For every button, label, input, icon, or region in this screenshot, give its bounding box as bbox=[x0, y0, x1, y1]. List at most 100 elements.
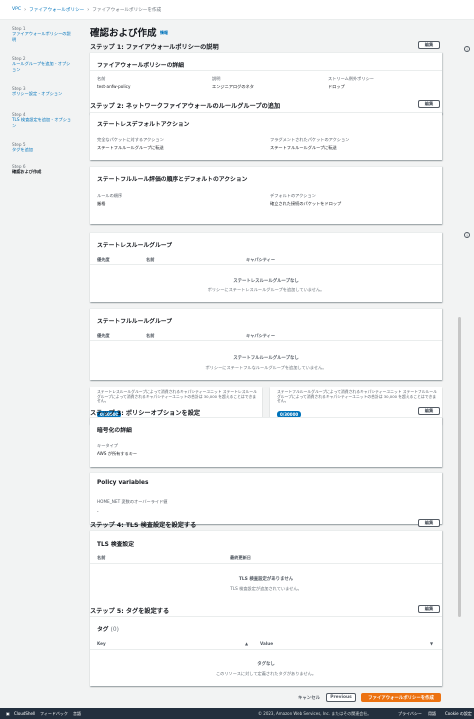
cancel-button[interactable]: キャンセル bbox=[296, 693, 322, 702]
previous-button[interactable]: Previous bbox=[326, 693, 356, 702]
scrollbar-thumb[interactable] bbox=[458, 317, 461, 617]
column-priority[interactable]: 優先度 bbox=[97, 257, 110, 263]
tags-title: タグ bbox=[97, 627, 109, 633]
full-packets-label: 完全なパケットに対するアクション bbox=[97, 137, 164, 142]
breadcrumb-policies[interactable]: ファイアウォールポリシー bbox=[29, 7, 84, 13]
info-icon[interactable]: i bbox=[464, 232, 470, 238]
step-label: TLS 検査設定を追加 - オプション bbox=[12, 117, 72, 128]
capacity-description: ステートフルルールグループによって消費されるキャパシティーユニット ステートフル… bbox=[277, 389, 437, 404]
fragmented-packets-value: ステートフルルールグループに転送 bbox=[270, 145, 337, 150]
card-title: タグ (0) bbox=[97, 624, 119, 633]
cloudshell-link[interactable]: CloudShell bbox=[14, 711, 35, 716]
default-action-value: 確立された接続のパケットをドロップ bbox=[270, 201, 342, 206]
info-link[interactable]: 情報 bbox=[160, 30, 168, 36]
divider bbox=[90, 649, 442, 650]
stateless-default-actions-card: ステートレスデフォルトアクション 完全なパケットに対するアクション ステートフル… bbox=[90, 112, 442, 160]
step-label: ポリシー設定 - オプション bbox=[12, 91, 63, 97]
step4-header: ステップ 4: TLS 検査設定を設定する bbox=[90, 522, 197, 529]
language-link[interactable]: 言語 bbox=[73, 711, 81, 717]
step5-edit-button[interactable]: 編集 bbox=[418, 605, 440, 613]
full-packets-value: ステートフルルールグループに転送 bbox=[97, 145, 164, 150]
column-priority[interactable]: 優先度 bbox=[97, 333, 110, 339]
column-key[interactable]: Key bbox=[97, 641, 106, 646]
column-name[interactable]: 名前 bbox=[97, 555, 105, 561]
feedback-link[interactable]: フィードバック bbox=[40, 711, 68, 717]
description-value: エンジニアログのネタ bbox=[212, 84, 254, 89]
empty-state-title: タグなし bbox=[257, 662, 275, 667]
step-label: ルールグループを追加 - オプション bbox=[12, 61, 71, 72]
rule-order-value: 厳格 bbox=[97, 201, 106, 206]
stateless-rule-groups-card: ステートレスルールグループ 優先度 名前 キャパシティー ステートレスルールグル… bbox=[90, 232, 442, 302]
terms-link[interactable]: 用語 bbox=[428, 711, 436, 717]
column-name[interactable]: 名前 bbox=[146, 333, 154, 339]
privacy-link[interactable]: プライバシー bbox=[398, 711, 422, 717]
rule-order-label: ルールの順序 bbox=[97, 193, 123, 198]
home-net-label: HOME_NET 変数のオーバーライド値 bbox=[97, 499, 168, 504]
empty-state-title: ステートレスルールグループなし bbox=[233, 279, 299, 284]
wizard-step-3[interactable]: Step 3 ポリシー設定 - オプション bbox=[12, 86, 72, 97]
page-title: 確認および作成 bbox=[90, 28, 157, 39]
wizard-step-6: Step 6 確認および作成 bbox=[12, 164, 72, 175]
step2-edit-button[interactable]: 編集 bbox=[418, 100, 440, 108]
stateful-rule-groups-card: ステートフルルールグループ 優先度 名前 キャパシティー ステートフルルールグル… bbox=[90, 308, 442, 380]
step4-edit-button[interactable]: 編集 bbox=[418, 519, 440, 527]
column-last-updated[interactable]: 最終更新日 bbox=[230, 555, 251, 561]
cloudshell-icon[interactable]: ▣ bbox=[6, 711, 10, 716]
card-title: ファイアウォールポリシーの詳細 bbox=[97, 63, 184, 69]
step2-header: ステップ 2: ネットワークファイアウォールのルールグループの追加 bbox=[90, 103, 281, 110]
wizard-steps-sidebar: Step 1 ファイアウォールポリシーの説明 Step 2 ルールグループを追加… bbox=[0, 20, 78, 702]
cookie-settings-link[interactable]: Cookie の設定 bbox=[445, 711, 472, 717]
breadcrumb-separator: › bbox=[87, 6, 90, 13]
copyright-text: © 2023, Amazon Web Services, Inc. またはその関… bbox=[258, 710, 372, 716]
info-icon[interactable]: i bbox=[464, 46, 470, 52]
column-capacity[interactable]: キャパシティー bbox=[246, 333, 275, 339]
card-title: TLS 検査設定 bbox=[97, 542, 135, 548]
name-value: test-anfw-policy bbox=[97, 84, 131, 89]
description-label: 説明 bbox=[212, 76, 221, 81]
create-policy-button[interactable]: ファイアウォールポリシーを作成 bbox=[361, 693, 441, 702]
step-label: ファイアウォールポリシーの説明 bbox=[12, 31, 71, 42]
step-label: タグを追加 bbox=[12, 147, 33, 153]
wizard-step-1[interactable]: Step 1 ファイアウォールポリシーの説明 bbox=[12, 26, 72, 42]
card-title: ステートレスルールグループ bbox=[97, 243, 173, 249]
divider bbox=[90, 563, 442, 564]
wizard-step-4[interactable]: Step 4 TLS 検査設定を追加 - オプション bbox=[12, 112, 72, 128]
step1-edit-button[interactable]: 編集 bbox=[418, 41, 440, 49]
empty-state-subtitle: ポリシーにステートフルなルールグループを追加していません。 bbox=[205, 365, 327, 370]
step-label: 確認および作成 bbox=[12, 169, 42, 175]
empty-state-subtitle: ポリシーにステートレスルールグループを追加していません。 bbox=[207, 287, 325, 292]
wizard-step-2[interactable]: Step 2 ルールグループを追加 - オプション bbox=[12, 56, 72, 72]
step1-header: ステップ 1: ファイアウォールポリシーの説明 bbox=[90, 44, 219, 51]
divider bbox=[90, 340, 442, 341]
name-label: 名前 bbox=[97, 76, 106, 81]
empty-state-title: TLS 検査設定がありません bbox=[238, 577, 294, 582]
breadcrumb-vpc[interactable]: VPC bbox=[12, 7, 21, 12]
sort-down-icon[interactable]: ▼ bbox=[430, 641, 433, 646]
sort-up-icon[interactable]: ▲ bbox=[245, 641, 248, 646]
stream-exception-value: ドロップ bbox=[328, 84, 345, 89]
default-action-label: デフォルトのアクション bbox=[270, 193, 316, 198]
card-title: ステートフルルールグループ bbox=[97, 319, 173, 325]
empty-state-subtitle: このリソースに対して定義されたタグがありません。 bbox=[215, 671, 317, 676]
policy-variables-card: Policy variables HOME_NET 変数のオーバーライド値 - bbox=[90, 472, 442, 524]
column-value[interactable]: Value bbox=[260, 641, 273, 646]
column-name[interactable]: 名前 bbox=[146, 257, 154, 263]
tags-count: (0) bbox=[110, 627, 119, 633]
tls-inspection-card: TLS 検査設定 名前 最終更新日 TLS 検査設定がありません TLS 検査設… bbox=[90, 530, 442, 616]
column-capacity[interactable]: キャパシティー bbox=[246, 257, 275, 263]
card-title: ステートレスデフォルトアクション bbox=[97, 122, 190, 128]
console-footer: ▣ CloudShell フィードバック 言語 © 2023, Amazon W… bbox=[0, 708, 474, 719]
tags-card: タグ (0) Key ▲ Value ▼ タグなし このリソースに対して定義され… bbox=[90, 616, 442, 686]
page-root: VPC › ファイアウォールポリシー › ファイアウォールポリシーを作成 Ste… bbox=[0, 0, 474, 719]
card-title: ステートフルルール評価の順序とデフォルトのアクション bbox=[97, 177, 248, 183]
fragmented-packets-label: フラグメントされたパケットのアクション bbox=[270, 137, 350, 142]
empty-state-subtitle: TLS 検査設定が追加されていません。 bbox=[230, 586, 302, 591]
wizard-step-5[interactable]: Step 5 タグを追加 bbox=[12, 142, 72, 153]
card-title: Policy variables bbox=[97, 480, 149, 486]
step3-header: ステップ 3: ポリシーオプションを設定 bbox=[90, 410, 201, 417]
step3-edit-button[interactable]: 編集 bbox=[418, 407, 440, 415]
divider bbox=[90, 70, 442, 71]
home-net-value: - bbox=[97, 509, 99, 514]
step5-header: ステップ 5: タグを設定する bbox=[90, 608, 170, 615]
capacity-description: ステートレスルールグループによって消費されるキャパシティーユニット ステートレス… bbox=[97, 389, 257, 404]
